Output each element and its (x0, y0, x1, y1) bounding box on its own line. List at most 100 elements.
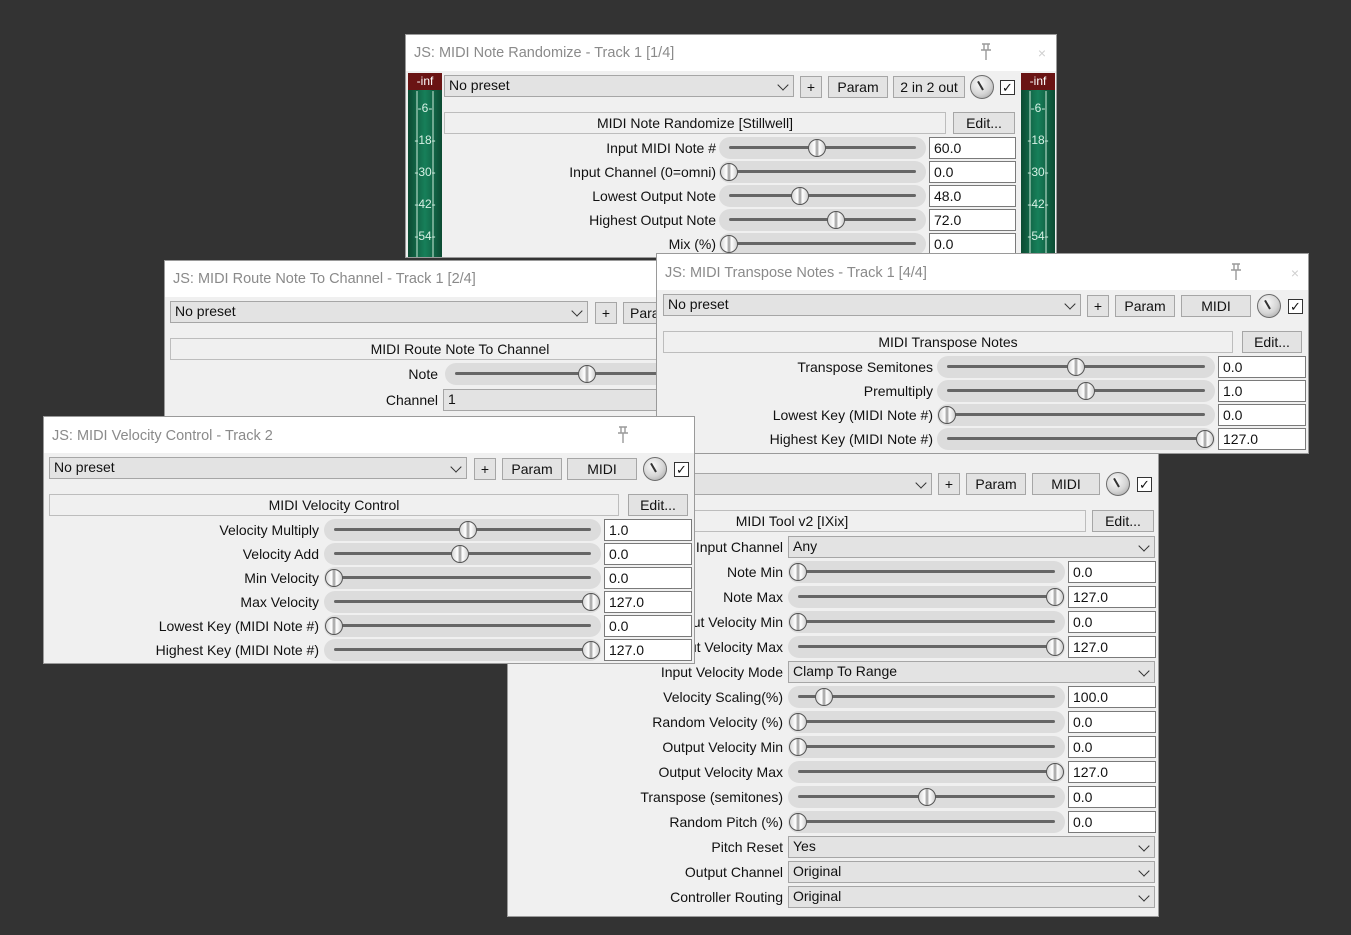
io-button[interactable]: MIDI (1032, 473, 1100, 495)
param-slider[interactable] (788, 786, 1065, 808)
preset-dropdown[interactable]: No preset (663, 294, 1081, 316)
title-bar[interactable]: JS: MIDI Note Randomize - Track 1 [1/4] … (406, 35, 1056, 71)
slider-thumb[interactable] (938, 406, 956, 424)
io-button[interactable]: MIDI (1181, 295, 1251, 317)
param-value-input[interactable]: 0.0 (1068, 611, 1156, 633)
pin-icon[interactable] (978, 43, 994, 61)
slider-thumb[interactable] (1067, 358, 1085, 376)
wet-knob[interactable] (970, 75, 994, 99)
param-value-input[interactable]: 0.0 (1068, 561, 1156, 583)
slider-thumb[interactable] (325, 617, 343, 635)
param-slider[interactable] (937, 404, 1215, 426)
param-value-input[interactable]: 0.0 (1068, 811, 1156, 833)
io-button[interactable]: MIDI (567, 458, 637, 480)
slider-thumb[interactable] (789, 738, 807, 756)
slider-thumb[interactable] (1046, 763, 1064, 781)
param-slider[interactable] (937, 380, 1215, 402)
param-dropdown[interactable]: Original (788, 861, 1155, 883)
param-value-input[interactable]: 1.0 (1218, 380, 1306, 402)
slider-thumb[interactable] (826, 211, 845, 229)
note-slider[interactable] (445, 363, 663, 385)
param-slider[interactable] (324, 567, 601, 589)
title-bar[interactable]: JS: MIDI Route Note To Channel - Track 1… (165, 261, 663, 297)
add-preset-button[interactable]: + (595, 302, 617, 324)
slider-thumb[interactable] (791, 187, 810, 205)
wet-knob[interactable] (1106, 472, 1130, 496)
param-value-input[interactable]: 127.0 (1068, 761, 1156, 783)
slider-thumb[interactable] (582, 641, 600, 659)
param-dropdown[interactable]: Yes (788, 836, 1155, 858)
wet-knob[interactable] (1257, 294, 1281, 318)
channel-dropdown[interactable]: 1 (443, 389, 663, 411)
slider-thumb[interactable] (458, 521, 477, 539)
param-slider[interactable] (788, 711, 1065, 733)
param-value-input[interactable]: 0.0 (929, 161, 1016, 183)
close-button[interactable]: × (1030, 41, 1054, 65)
bypass-checkbox[interactable]: ✓ (1000, 80, 1015, 95)
slider-thumb[interactable] (720, 235, 738, 253)
wet-knob[interactable] (643, 457, 667, 481)
param-button[interactable]: Param (1115, 295, 1175, 317)
param-slider[interactable] (719, 233, 926, 255)
preset-dropdown[interactable]: No preset (170, 301, 588, 323)
preset-dropdown[interactable]: No preset (444, 75, 794, 97)
slider-thumb[interactable] (814, 688, 833, 706)
slider-thumb[interactable] (917, 788, 936, 806)
param-slider[interactable] (324, 615, 601, 637)
param-slider[interactable] (788, 736, 1065, 758)
param-value-input[interactable]: 72.0 (929, 209, 1016, 231)
param-value-input[interactable]: 0.0 (1068, 711, 1156, 733)
title-bar[interactable]: JS: MIDI Velocity Control - Track 2 (44, 417, 694, 453)
edit-button[interactable]: Edit... (628, 494, 688, 516)
slider-thumb[interactable] (577, 365, 596, 383)
bypass-checkbox[interactable]: ✓ (1288, 299, 1303, 314)
param-value-input[interactable]: 0.0 (1068, 736, 1156, 758)
param-value-input[interactable]: 0.0 (1218, 356, 1306, 378)
slider-thumb[interactable] (789, 713, 807, 731)
close-button[interactable]: × (1283, 261, 1307, 285)
param-slider[interactable] (788, 636, 1065, 658)
io-button[interactable]: 2 in 2 out (893, 76, 965, 98)
param-slider[interactable] (788, 611, 1065, 633)
title-bar[interactable]: JS: MIDI Transpose Notes - Track 1 [4/4]… (657, 254, 1308, 290)
param-slider[interactable] (719, 185, 926, 207)
param-button[interactable]: Param (828, 76, 888, 98)
param-slider[interactable] (324, 519, 601, 541)
preset-dropdown[interactable]: No preset (49, 457, 467, 479)
slider-thumb[interactable] (789, 563, 807, 581)
slider-thumb[interactable] (1196, 430, 1214, 448)
param-value-input[interactable]: 127.0 (604, 591, 692, 613)
param-slider[interactable] (788, 811, 1065, 833)
slider-thumb[interactable] (1046, 588, 1064, 606)
slider-thumb[interactable] (720, 163, 738, 181)
pin-icon[interactable] (615, 426, 631, 444)
edit-button[interactable]: Edit... (953, 112, 1015, 134)
pin-icon[interactable] (1228, 263, 1244, 281)
param-value-input[interactable]: 100.0 (1068, 686, 1156, 708)
edit-button[interactable]: Edit... (1092, 510, 1154, 532)
add-preset-button[interactable]: + (474, 458, 496, 480)
slider-thumb[interactable] (582, 593, 600, 611)
param-slider[interactable] (324, 591, 601, 613)
param-value-input[interactable]: 127.0 (1068, 636, 1156, 658)
param-slider[interactable] (719, 161, 926, 183)
param-value-input[interactable]: 127.0 (1218, 428, 1306, 450)
edit-button[interactable]: Edit... (1242, 331, 1302, 353)
param-slider[interactable] (937, 356, 1215, 378)
param-button[interactable]: Param (966, 473, 1026, 495)
param-dropdown[interactable]: Clamp To Range (788, 661, 1155, 683)
param-slider[interactable] (324, 639, 601, 661)
add-preset-button[interactable]: + (800, 76, 822, 98)
slider-thumb[interactable] (1046, 638, 1064, 656)
slider-thumb[interactable] (450, 545, 469, 563)
slider-thumb[interactable] (789, 813, 807, 831)
param-slider[interactable] (788, 586, 1065, 608)
param-value-input[interactable]: 0.0 (604, 543, 692, 565)
bypass-checkbox[interactable]: ✓ (674, 462, 689, 477)
param-slider[interactable] (788, 761, 1065, 783)
slider-thumb[interactable] (789, 613, 807, 631)
param-value-input[interactable]: 0.0 (604, 615, 692, 637)
param-slider[interactable] (324, 543, 601, 565)
param-value-input[interactable]: 127.0 (604, 639, 692, 661)
param-slider[interactable] (719, 137, 926, 159)
